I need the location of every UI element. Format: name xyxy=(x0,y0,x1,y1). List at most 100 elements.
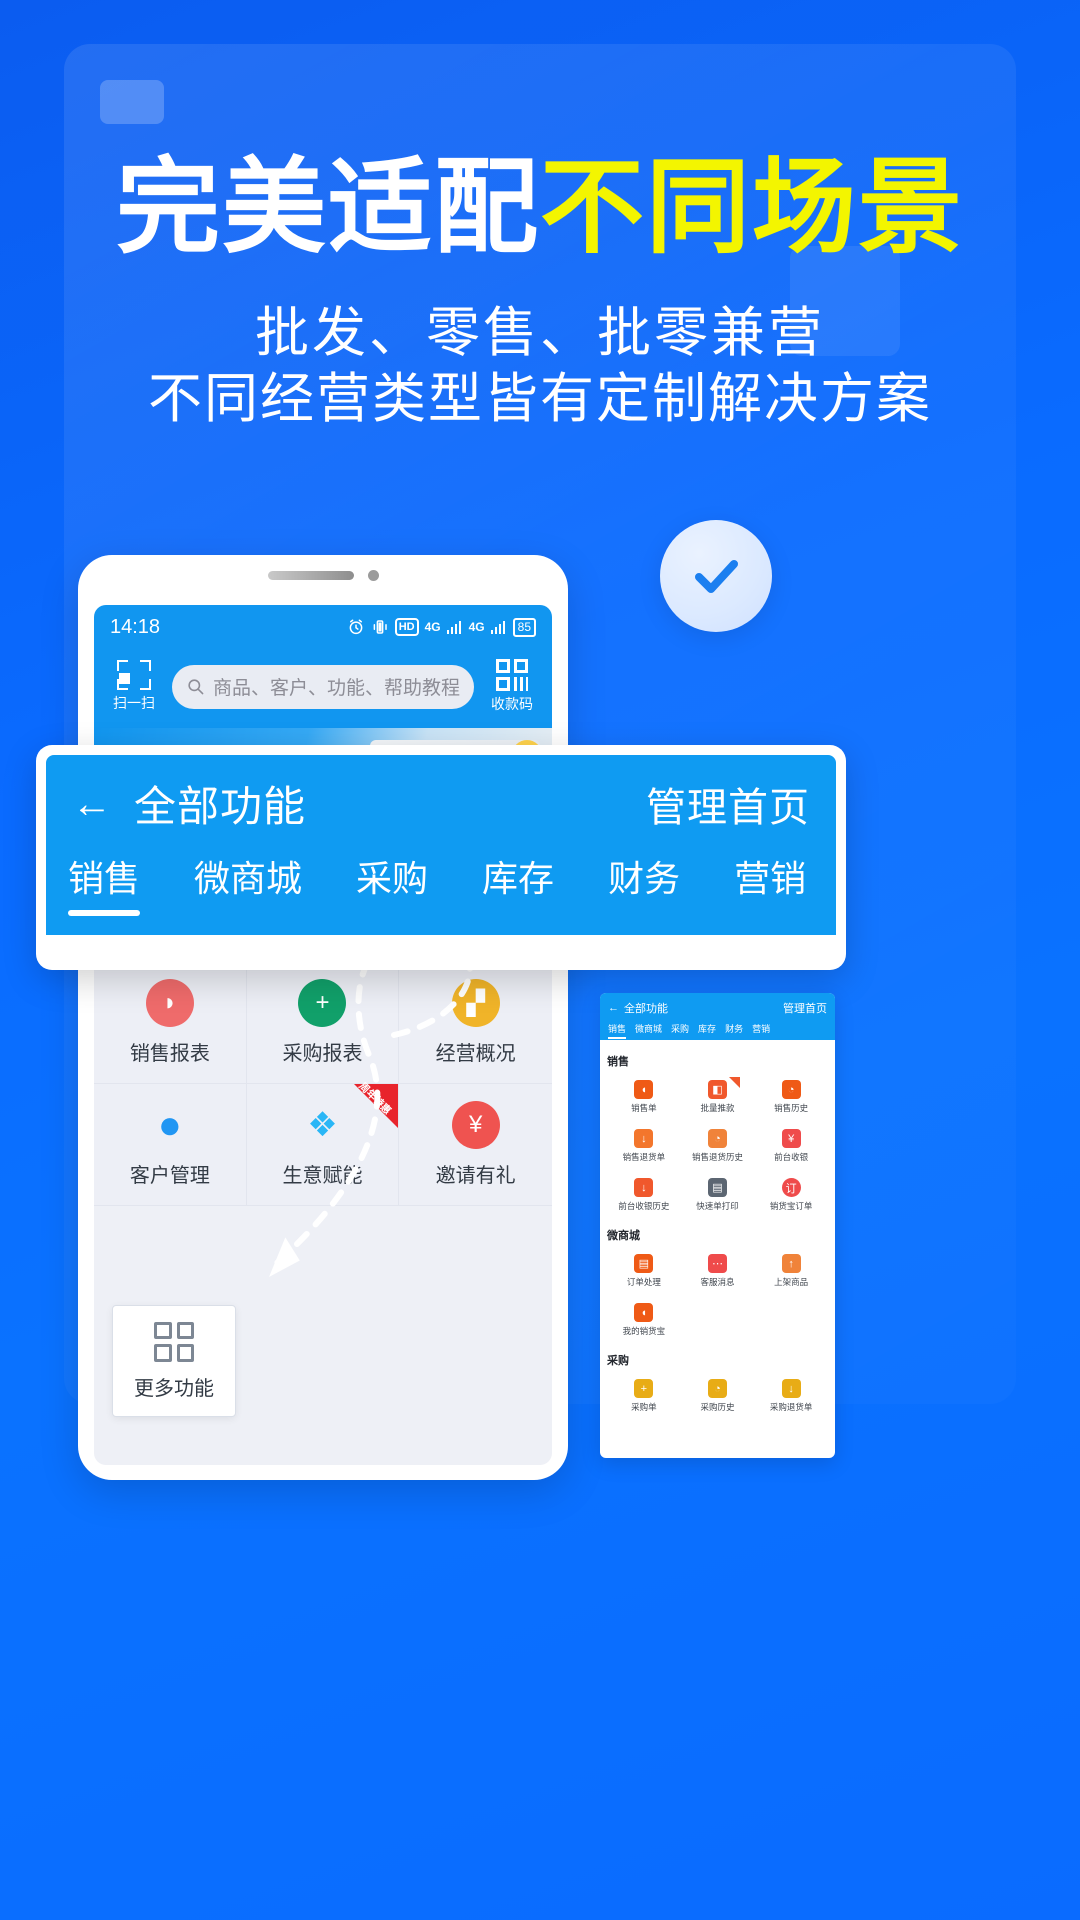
mini-list-item[interactable]: ↑ 上架商品 xyxy=(754,1247,828,1296)
sales-history-icon: ◔ xyxy=(781,1080,801,1099)
mini-panel-tabs: 销售 微商城 采购 库存 财务 营销 xyxy=(608,1016,827,1040)
tab-finance[interactable]: 财务 xyxy=(608,850,680,916)
mini-list-item[interactable]: ↓ 前台收银历史 xyxy=(607,1171,681,1220)
headline-yellow-part: 不同场景 xyxy=(540,150,965,266)
cashier-history-icon: ↓ xyxy=(634,1178,654,1197)
mini-tab-inventory[interactable]: 库存 xyxy=(698,1022,716,1035)
mini-list-item[interactable]: 订 销货宝订单 xyxy=(754,1171,828,1220)
mini-panel-titlebar: ← 全部功能 管理首页 xyxy=(608,1000,827,1016)
customer-service-message-icon: ⋯ xyxy=(707,1254,727,1273)
mini-item-label: 客服消息 xyxy=(700,1277,735,1287)
back-arrow-icon[interactable]: ← xyxy=(72,784,112,824)
search-icon xyxy=(188,679,204,695)
purchase-history-icon: ◔ xyxy=(707,1379,727,1398)
mini-item-label: 前台收银 xyxy=(774,1152,809,1162)
phone-speaker xyxy=(267,570,354,580)
back-arrow-icon[interactable]: ← xyxy=(608,1002,619,1014)
mini-item-label: 销售单 xyxy=(631,1103,657,1113)
mini-list-item[interactable]: ◖ 我的销货宝 xyxy=(607,1296,681,1345)
mini-item-label: 订单处理 xyxy=(626,1277,661,1287)
mini-list-item[interactable]: ▤ 快速单打印 xyxy=(681,1171,755,1220)
mini-list-item[interactable]: ¥ 前台收银 xyxy=(754,1122,828,1171)
phone-camera xyxy=(367,569,379,581)
function-cell[interactable]: ● 客户管理 xyxy=(94,1084,247,1206)
function-cell[interactable]: ▞ 经营概况 xyxy=(399,962,552,1084)
status-bar: 14:18 HD 4G 4G 85 xyxy=(94,605,552,649)
batch-push-icon: ◧ xyxy=(707,1080,727,1099)
overlay-header: ← 全部功能 管理首页 xyxy=(46,755,836,834)
mini-item-label: 我的销货宝 xyxy=(622,1326,666,1336)
mini-tab-marketing[interactable]: 营销 xyxy=(752,1022,770,1035)
search-placeholder: 商品、客户、功能、帮助教程 xyxy=(212,678,460,699)
all-functions-header-panel: ← 全部功能 管理首页 销售 微商城 采购 库存 财务 营销 xyxy=(46,755,836,935)
mini-item-label: 销货宝订单 xyxy=(769,1201,813,1211)
function-cell[interactable]: ❖ 生意赋能 周年特惠 xyxy=(246,1081,400,1206)
scan-icon xyxy=(117,660,151,690)
mini-section-grid: + 采购单 ◔ 采购历史 ↓ 采购退货单 xyxy=(607,1372,828,1421)
front-desk-cashier-icon: ¥ xyxy=(781,1129,801,1148)
payment-qr-button[interactable]: 收款码 xyxy=(486,659,538,714)
management-home-link[interactable]: 管理首页 xyxy=(646,775,810,833)
mini-tab-purchase[interactable]: 采购 xyxy=(671,1022,689,1035)
network-label-2: 4G xyxy=(468,620,485,634)
phone-screen: 14:18 HD 4G 4G 85 扫一扫 商品、客户、功能、帮助教程 收款码 … xyxy=(94,605,552,1465)
vibrate-icon xyxy=(373,620,387,634)
purchase-report-icon: + xyxy=(298,979,347,1027)
overlay-tabs: 销售 微商城 采购 库存 财务 营销 xyxy=(46,850,836,916)
purchase-return-order-icon: ↓ xyxy=(781,1379,801,1398)
tab-sales[interactable]: 销售 xyxy=(68,850,141,916)
function-label: 生意赋能 xyxy=(282,1165,363,1187)
decorative-square-top-left xyxy=(100,80,164,124)
mini-list-item[interactable]: ◔ 销售历史 xyxy=(754,1073,828,1122)
function-cell[interactable]: + 采购报表 xyxy=(246,962,400,1084)
list-product-icon: ↑ xyxy=(781,1254,801,1273)
mini-tab-micro-mall[interactable]: 微商城 xyxy=(635,1022,662,1035)
mini-promo-corner-tag xyxy=(729,1077,741,1088)
tab-micro-mall[interactable]: 微商城 xyxy=(194,850,302,916)
sales-order-icon: ◖ xyxy=(634,1080,654,1099)
check-badge xyxy=(660,520,772,632)
signal-bars-1 xyxy=(446,620,463,634)
mini-tab-finance[interactable]: 财务 xyxy=(725,1022,743,1035)
business-empower-icon: ❖ xyxy=(307,1106,338,1144)
mini-item-label: 前台收银历史 xyxy=(618,1201,670,1211)
mini-list-item[interactable]: ▤ 订单处理 xyxy=(607,1247,681,1296)
mini-list-item[interactable]: ⋯ 客服消息 xyxy=(681,1247,755,1296)
mini-tab-sales[interactable]: 销售 xyxy=(608,1022,627,1039)
mini-item-label: 快速单打印 xyxy=(696,1201,739,1211)
mini-panel-body: 销售 ◖ 销售单 ◧ 批量推款 ◔ 销售历史 ↓ 销售退货单 ◔ 销售退货历史 xyxy=(600,1040,835,1435)
mini-item-label: 销售退货历史 xyxy=(691,1152,743,1162)
search-input[interactable]: 商品、客户、功能、帮助教程 xyxy=(172,664,474,709)
more-functions-button[interactable]: 更多功能 xyxy=(112,1305,236,1417)
scan-button[interactable]: 扫一扫 xyxy=(108,660,160,713)
sales-treasure-order-icon: 订 xyxy=(781,1178,801,1197)
quick-print-icon: ▤ xyxy=(707,1178,727,1197)
all-functions-overlay-card: ← 全部功能 管理首页 销售 微商城 采购 库存 财务 营销 xyxy=(36,745,846,970)
payment-qr-label: 收款码 xyxy=(491,696,533,712)
mini-list-item[interactable]: ◧ 批量推款 xyxy=(681,1073,755,1122)
mini-management-home-link[interactable]: 管理首页 xyxy=(783,1000,827,1016)
function-label: 客户管理 xyxy=(129,1165,210,1187)
mini-list-item[interactable]: ↓ 销售退货单 xyxy=(607,1122,681,1171)
overlay-title: 全部功能 xyxy=(134,783,307,830)
mini-list-item[interactable]: ◔ 采购历史 xyxy=(681,1372,755,1421)
scan-label: 扫一扫 xyxy=(113,695,155,711)
mini-item-label: 采购历史 xyxy=(700,1402,735,1412)
function-cell[interactable]: ◗ 销售报表 xyxy=(94,962,247,1084)
mini-list-item[interactable]: ◖ 销售单 xyxy=(607,1073,681,1122)
mini-section-grid: ▤ 订单处理 ⋯ 客服消息 ↑ 上架商品 ◖ 我的销货宝 xyxy=(607,1247,828,1345)
tab-inventory[interactable]: 库存 xyxy=(482,850,554,916)
tab-marketing[interactable]: 营销 xyxy=(734,850,806,916)
function-cell[interactable]: ¥ 邀请有礼 xyxy=(399,1084,552,1206)
mini-item-label: 批量推款 xyxy=(700,1103,735,1113)
mini-list-item[interactable]: ◔ 销售退货历史 xyxy=(681,1122,755,1171)
check-icon xyxy=(695,560,738,593)
mini-list-item[interactable]: ↓ 采购退货单 xyxy=(754,1372,828,1421)
mini-list-item[interactable]: + 采购单 xyxy=(607,1372,681,1421)
tab-purchase[interactable]: 采购 xyxy=(356,850,428,916)
function-label: 经营概况 xyxy=(435,1043,516,1065)
mini-section-title: 销售 xyxy=(607,1056,629,1068)
network-label-1: 4G xyxy=(424,620,441,634)
phone-mockup: 14:18 HD 4G 4G 85 扫一扫 商品、客户、功能、帮助教程 收款码 … xyxy=(78,555,568,1480)
sales-return-history-icon: ◔ xyxy=(707,1129,727,1148)
